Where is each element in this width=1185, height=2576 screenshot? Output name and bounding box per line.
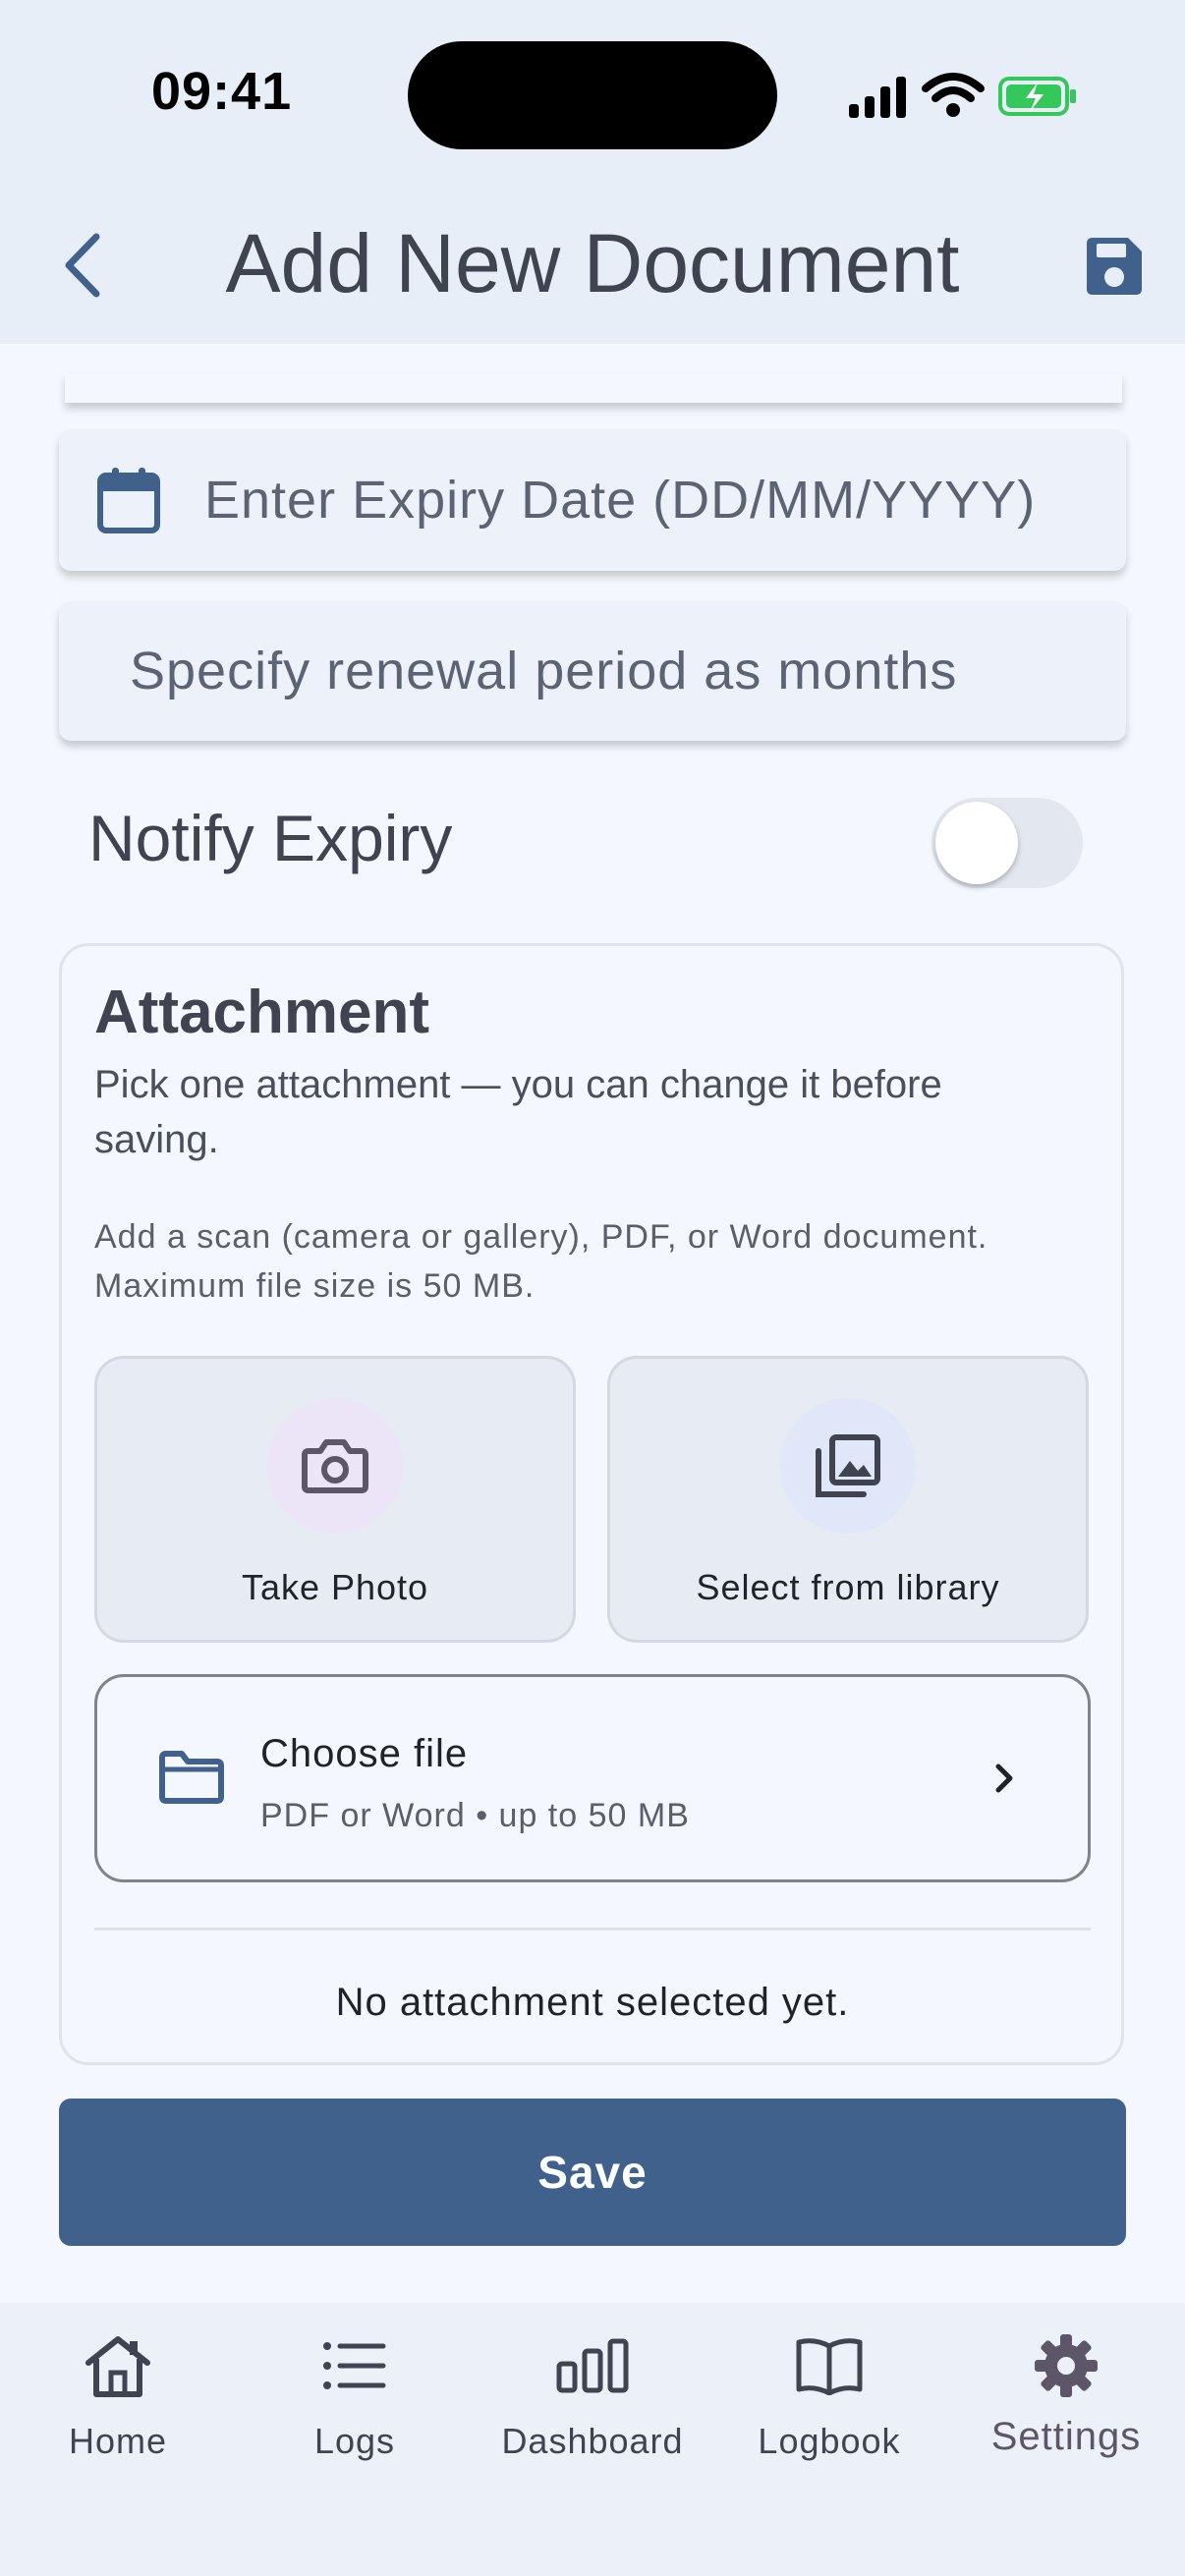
tab-label: Logs [313,2421,396,2461]
renewal-period-placeholder: Specify renewal period as months [130,642,958,700]
chevron-right-icon [993,1762,1015,1800]
select-from-library-label: Select from library [696,1567,1000,1607]
tab-settings[interactable]: Settings [948,2326,1184,2474]
choose-file-subtitle: PDF or Word • up to 50 MB [260,1797,690,1834]
book-icon [795,2326,864,2405]
scrolled-field-edge [65,373,1122,403]
save-icon-button[interactable] [1081,234,1146,299]
attachment-divider [94,1928,1091,1931]
tab-logs[interactable]: Logs [237,2326,473,2474]
take-photo-label: Take Photo [241,1567,429,1607]
folder-icon [158,1750,225,1810]
battery-icon [998,77,1076,116]
select-from-library-button[interactable]: Select from library [607,1356,1089,1643]
attachment-help-text: Add a scan (camera or gallery), PDF, or … [94,1218,988,1305]
camera-icon-circle [267,1398,403,1534]
tab-home[interactable]: Home [0,2326,236,2474]
page-title: Add New Document [225,217,960,309]
status-icons [847,67,1083,126]
camera-icon [302,1439,368,1493]
gear-icon [1034,2326,1099,2405]
calendar-icon [96,466,161,534]
take-photo-button[interactable]: Take Photo [94,1356,576,1643]
tab-label: Home [68,2421,168,2461]
tab-label: Dashboard [501,2421,684,2461]
expiry-date-placeholder: Enter Expiry Date (DD/MM/YYYY) [204,471,1037,530]
notify-expiry-toggle[interactable] [931,798,1083,888]
wifi-icon [922,73,985,117]
list-icon [322,2326,387,2405]
choose-file-row[interactable]: Choose file PDF or Word • up to 50 MB [94,1674,1091,1882]
attachment-subtitle: Pick one attachment — you can change it … [94,1063,942,1161]
home-icon [83,2326,153,2405]
floppy-disk-icon [1087,238,1142,295]
renewal-period-field[interactable]: Specify renewal period as months [59,601,1126,741]
gallery-icon-circle [780,1398,916,1534]
tab-logbook[interactable]: Logbook [711,2326,947,2474]
notify-expiry-label: Notify Expiry [88,802,453,874]
choose-file-title: Choose file [260,1732,469,1775]
bar-chart-icon [556,2326,629,2405]
tab-label: Logbook [758,2421,901,2461]
tab-label: Settings [990,2415,1142,2458]
tab-dashboard[interactable]: Dashboard [475,2326,710,2474]
toggle-knob [935,802,1018,884]
dynamic-island [408,41,777,149]
expiry-date-field[interactable]: Enter Expiry Date (DD/MM/YYYY) [59,429,1126,571]
status-time: 09:41 [151,62,293,121]
save-button[interactable]: Save [59,2099,1126,2246]
signal-icon [849,77,906,118]
attachment-title: Attachment [94,979,430,1046]
no-attachment-message: No attachment selected yet. [335,1981,850,2024]
gallery-icon [816,1434,880,1497]
